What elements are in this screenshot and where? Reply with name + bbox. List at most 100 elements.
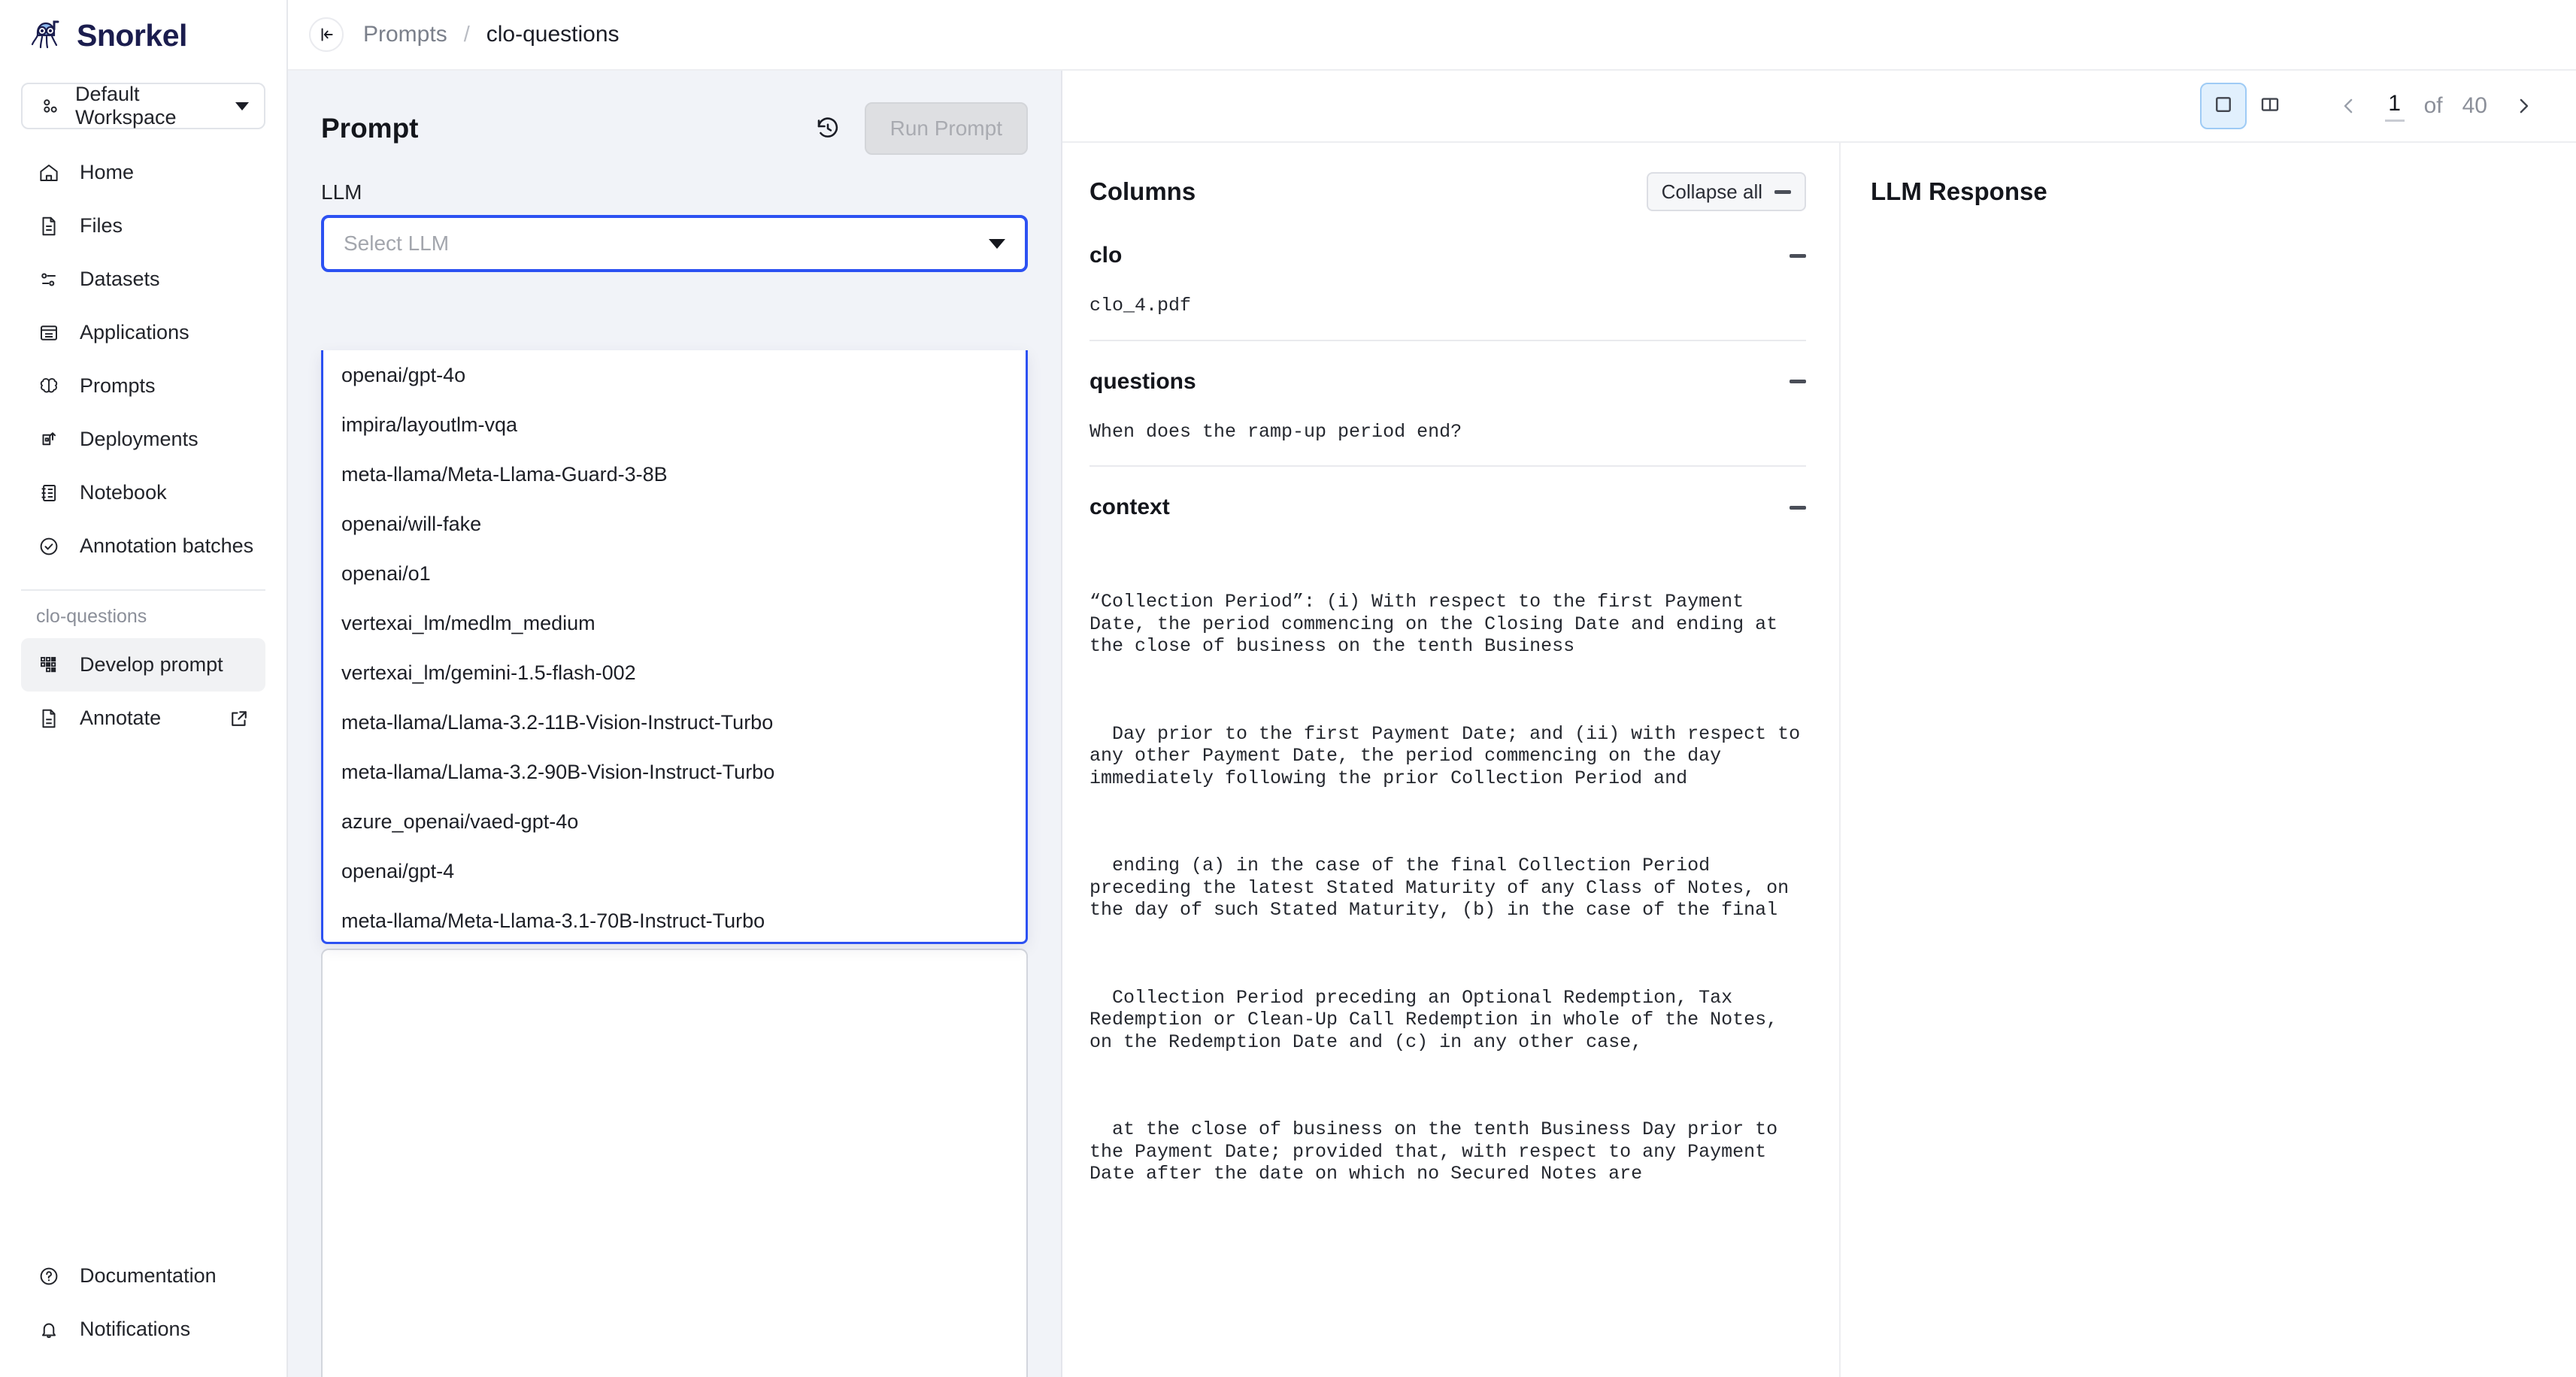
home-icon bbox=[36, 160, 62, 186]
sidebar-item-files[interactable]: Files bbox=[21, 199, 265, 253]
llm-field-label: LLM bbox=[321, 180, 362, 204]
llm-option[interactable]: meta-llama/Meta-Llama-3.1-70B-Instruct-T… bbox=[323, 896, 1026, 942]
grid-blocks-icon bbox=[36, 652, 62, 678]
page-number-input[interactable]: 1 bbox=[2384, 91, 2405, 122]
question-circle-icon bbox=[36, 1264, 62, 1289]
sidebar-label: Develop prompt bbox=[80, 653, 223, 676]
sidebar-item-notifications[interactable]: Notifications bbox=[21, 1303, 265, 1356]
llm-placeholder: Select LLM bbox=[344, 232, 450, 255]
external-link-icon bbox=[228, 707, 250, 730]
brain-icon bbox=[36, 374, 62, 399]
llm-options-dropdown[interactable]: openai/gpt-4o impira/layoutlm-vqa meta-l… bbox=[321, 350, 1028, 944]
workspace-selector[interactable]: Default Workspace bbox=[21, 83, 265, 129]
column-block-context: context “Collection Period”: (i) With re… bbox=[1089, 467, 1806, 1252]
column-name: questions bbox=[1089, 368, 1196, 394]
sidebar: Snorkel Default Workspace Home Files Dat… bbox=[0, 0, 288, 1377]
minus-icon[interactable] bbox=[1790, 253, 1806, 258]
single-pane-view-button[interactable] bbox=[2199, 83, 2247, 129]
sidebar-label: Applications bbox=[80, 321, 189, 343]
sidebar-label: Datasets bbox=[80, 268, 160, 290]
llm-option[interactable]: vertexai_lm/medlm_medium bbox=[323, 598, 1026, 648]
sidebar-label: Files bbox=[80, 214, 123, 237]
notebook-icon bbox=[36, 480, 62, 506]
history-icon[interactable] bbox=[808, 108, 848, 149]
chevron-down-icon bbox=[989, 238, 1005, 249]
prompt-header: Prompt Run Prompt bbox=[321, 98, 1028, 159]
breadcrumb: Prompts / clo-questions bbox=[363, 22, 620, 47]
run-prompt-button[interactable]: Run Prompt bbox=[864, 102, 1028, 155]
sidebar-item-deployments[interactable]: Deployments bbox=[21, 413, 265, 466]
sidebar-item-annotation-batches[interactable]: Annotation batches bbox=[21, 519, 265, 573]
llm-option[interactable]: vertexai_lm/gemini-1.5-flash-002 bbox=[323, 648, 1026, 698]
sidebar-item-documentation[interactable]: Documentation bbox=[21, 1249, 265, 1303]
prev-record-button[interactable] bbox=[2332, 89, 2365, 123]
sidebar-item-datasets[interactable]: Datasets bbox=[21, 253, 265, 306]
brand: Snorkel bbox=[0, 0, 286, 71]
next-record-button[interactable] bbox=[2507, 89, 2540, 123]
bell-icon bbox=[36, 1317, 62, 1342]
context-line: Day prior to the first Payment Date; and… bbox=[1089, 722, 1812, 789]
sidebar-label: Notebook bbox=[80, 481, 167, 504]
split-pane-view-button[interactable] bbox=[2247, 83, 2293, 129]
body-split: Prompt Run Prompt LLM Select LLM openai/… bbox=[288, 71, 2576, 1377]
breadcrumb-current: clo-questions bbox=[486, 22, 620, 47]
column-header[interactable]: clo bbox=[1089, 238, 1806, 274]
llm-option[interactable]: impira/layoutlm-vqa bbox=[323, 400, 1026, 449]
main-area: Prompts / clo-questions Prompt Run Promp… bbox=[288, 0, 2576, 1377]
column-header[interactable]: context bbox=[1089, 489, 1806, 525]
llm-option[interactable]: openai/gpt-4o bbox=[323, 350, 1026, 400]
llm-option[interactable]: azure_openai/vaed-gpt-4o bbox=[323, 797, 1026, 846]
main-nav: Home Files Datasets Applications Prompts… bbox=[0, 146, 286, 573]
sidebar-item-annotate[interactable]: Annotate bbox=[21, 692, 265, 745]
content-panes: Columns Collapse all clo clo_4.pdf quest… bbox=[1062, 141, 2576, 1377]
context-line: “Collection Period”: (i) With respect to… bbox=[1089, 591, 1790, 657]
window-icon bbox=[36, 320, 62, 346]
llm-response-body bbox=[1871, 215, 2543, 259]
sidebar-label: Documentation bbox=[80, 1264, 217, 1287]
workspace-icon bbox=[38, 93, 63, 119]
right-area: 1 of 40 Columns Collapse all clo clo_4.p… bbox=[1062, 71, 2576, 1377]
sidebar-label: Notifications bbox=[80, 1318, 191, 1340]
single-pane-icon bbox=[2212, 93, 2235, 120]
sidebar-item-applications[interactable]: Applications bbox=[21, 306, 265, 359]
breadcrumb-parent[interactable]: Prompts bbox=[363, 22, 447, 47]
brand-name: Snorkel bbox=[77, 17, 187, 53]
sidebar-item-notebook[interactable]: Notebook bbox=[21, 466, 265, 519]
column-block-clo: clo clo_4.pdf bbox=[1089, 215, 1806, 341]
llm-option[interactable]: meta-llama/Meta-Llama-Guard-3-8B bbox=[323, 449, 1026, 499]
context-line: Collection Period preceding an Optional … bbox=[1089, 986, 1790, 1053]
columns-pane: Columns Collapse all clo clo_4.pdf quest… bbox=[1062, 143, 1839, 1377]
minus-icon[interactable] bbox=[1790, 380, 1806, 383]
collapse-all-button[interactable]: Collapse all bbox=[1646, 172, 1806, 211]
llm-option[interactable]: openai/gpt-4 bbox=[323, 846, 1026, 896]
column-value: When does the ramp-up period end? bbox=[1089, 420, 1462, 443]
llm-option[interactable]: meta-llama/Llama-3.2-90B-Vision-Instruct… bbox=[323, 747, 1026, 797]
collapse-sidebar-button[interactable] bbox=[309, 17, 344, 52]
check-circle-icon bbox=[36, 534, 62, 559]
page-title: Prompt bbox=[321, 113, 419, 144]
prompt-text-area[interactable] bbox=[321, 949, 1028, 1377]
sidebar-label: Annotate bbox=[80, 707, 162, 729]
view-toolbar: 1 of 40 bbox=[1062, 71, 2576, 141]
context-line: at the close of business on the tenth Bu… bbox=[1089, 1118, 1790, 1185]
column-value: clo_4.pdf bbox=[1089, 295, 1192, 316]
sidebar-divider bbox=[21, 589, 265, 591]
minus-icon[interactable] bbox=[1790, 505, 1806, 510]
prompt-panel: Prompt Run Prompt LLM Select LLM openai/… bbox=[288, 71, 1062, 1377]
page-total: 40 bbox=[2462, 93, 2487, 118]
sidebar-item-develop-prompt[interactable]: Develop prompt bbox=[21, 638, 265, 692]
file-icon bbox=[36, 706, 62, 731]
llm-option[interactable]: openai/o1 bbox=[323, 549, 1026, 598]
llm-option[interactable]: openai/will-fake bbox=[323, 499, 1026, 549]
llm-option[interactable]: meta-llama/Llama-3.2-11B-Vision-Instruct… bbox=[323, 698, 1026, 747]
llm-response-header: LLM Response bbox=[1871, 168, 2543, 215]
sidebar-section-title: clo-questions bbox=[36, 606, 147, 627]
sliders-icon bbox=[36, 267, 62, 292]
page-of-label: of bbox=[2423, 93, 2443, 118]
record-pager: 1 of 40 bbox=[2332, 89, 2540, 123]
column-header[interactable]: questions bbox=[1089, 364, 1806, 400]
llm-select-input[interactable]: Select LLM bbox=[321, 215, 1028, 272]
sidebar-item-prompts[interactable]: Prompts bbox=[21, 359, 265, 413]
sidebar-item-home[interactable]: Home bbox=[21, 146, 265, 199]
